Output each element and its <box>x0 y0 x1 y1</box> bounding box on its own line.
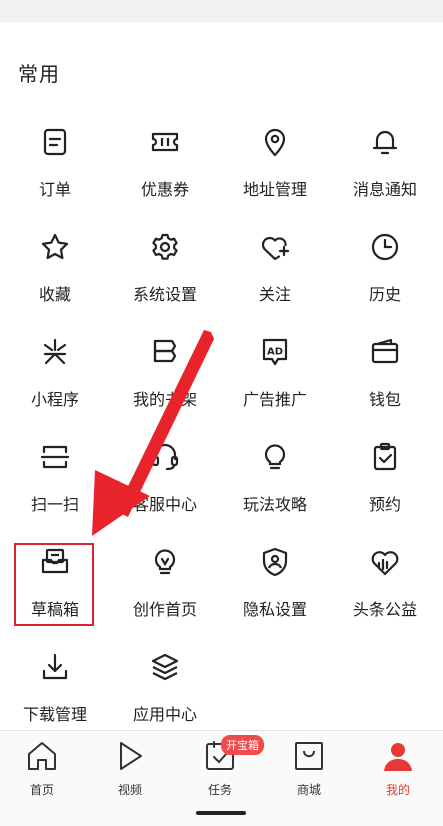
grid-item-bookshelf[interactable]: 我的书架 <box>110 318 220 422</box>
grid-item-favorites[interactable]: 收藏 <box>0 213 110 317</box>
grid-item-label: 地址管理 <box>242 180 307 199</box>
charity-heart-icon <box>365 542 405 582</box>
grid-item-label: 小程序 <box>30 390 79 409</box>
tab-label: 商城 <box>296 783 321 797</box>
grid-item-label: 应用中心 <box>132 705 197 724</box>
clipboard-check-icon <box>365 437 405 477</box>
grid-item-privacy[interactable]: 隐私设置 <box>220 528 330 632</box>
creator-bulb-icon <box>145 542 185 582</box>
ad-icon: AD <box>255 332 295 372</box>
grid-item-scan[interactable]: 扫一扫 <box>0 423 110 527</box>
headset-icon <box>145 437 185 477</box>
grid-item-charity[interactable]: 头条公益 <box>330 528 440 632</box>
tab-label: 我的 <box>385 783 410 797</box>
grid-item-guide[interactable]: 玩法攻略 <box>220 423 330 527</box>
grid-item-label: 订单 <box>38 180 71 199</box>
lightbulb-icon <box>255 437 295 477</box>
grid-item-creator-home[interactable]: 创作首页 <box>110 528 220 632</box>
section-title: 常用 <box>18 62 60 86</box>
order-icon <box>35 122 75 162</box>
bell-icon <box>365 122 405 162</box>
task-badge: 开宝箱 <box>221 735 264 755</box>
grid-item-label: 优惠券 <box>140 180 189 199</box>
grid-item-notifications[interactable]: 消息通知 <box>330 108 440 212</box>
grid-item-label: 扫一扫 <box>30 495 79 514</box>
grid-item-label: 创作首页 <box>132 600 197 619</box>
grid-item-label: 收藏 <box>38 285 71 304</box>
scan-icon <box>35 437 75 477</box>
grid-item-downloads[interactable]: 下载管理 <box>0 633 110 737</box>
grid-item-label: 隐私设置 <box>242 600 307 619</box>
grid-item-label: 消息通知 <box>352 180 417 199</box>
shopping-bag-icon <box>292 739 326 777</box>
grid-item-coupon[interactable]: 优惠券 <box>110 108 220 212</box>
grid-item-label: 头条公益 <box>352 600 417 619</box>
tab-profile[interactable]: 我的 <box>354 739 442 803</box>
grid-item-label: 下载管理 <box>22 705 87 724</box>
tab-label: 首页 <box>29 783 54 797</box>
tab-home[interactable]: 首页 <box>0 739 86 803</box>
star-icon <box>35 227 75 267</box>
tab-tasks[interactable]: 开宝箱 任务 <box>176 735 264 803</box>
layers-icon <box>145 647 185 687</box>
grid-item-reservation[interactable]: 预约 <box>330 423 440 527</box>
grid-item-history[interactable]: 历史 <box>330 213 440 317</box>
grid-item-label: 我的书架 <box>132 390 197 409</box>
grid-item-label: 预约 <box>368 495 401 514</box>
coupon-icon <box>145 122 185 162</box>
grid-item-label: 广告推广 <box>242 390 307 409</box>
svg-text:AD: AD <box>267 347 283 358</box>
grid-item-order[interactable]: 订单 <box>0 108 110 212</box>
tab-mall[interactable]: 商城 <box>265 739 353 803</box>
tab-label: 任务 <box>207 783 232 797</box>
home-icon <box>25 739 59 777</box>
play-icon <box>113 739 147 777</box>
grid-item-label: 钱包 <box>368 390 401 409</box>
bookshelf-icon <box>145 332 185 372</box>
heart-plus-icon <box>255 227 295 267</box>
profile-icon <box>381 739 415 777</box>
grid-item-mini-program[interactable]: 小程序 <box>0 318 110 422</box>
download-icon <box>35 647 75 687</box>
grid-item-settings[interactable]: 系统设置 <box>110 213 220 317</box>
grid-item-follow[interactable]: 关注 <box>220 213 330 317</box>
grid-item-address[interactable]: 地址管理 <box>220 108 330 212</box>
top-strip <box>0 0 443 22</box>
clock-icon <box>365 227 405 267</box>
home-indicator <box>196 811 246 815</box>
gear-icon <box>145 227 185 267</box>
tab-video[interactable]: 视频 <box>86 739 174 803</box>
grid-item-wallet[interactable]: 钱包 <box>330 318 440 422</box>
grid-item-label: 关注 <box>258 285 291 304</box>
wallet-icon <box>365 332 405 372</box>
grid-item-label: 系统设置 <box>132 285 197 304</box>
grid-item-label: 客服中心 <box>132 495 197 514</box>
tab-label: 视频 <box>117 783 142 797</box>
bottom-tab-bar: 首页 视频 开宝箱 任务 商城 我的 <box>0 730 443 826</box>
privacy-shield-icon <box>255 542 295 582</box>
grid-item-app-center[interactable]: 应用中心 <box>110 633 220 737</box>
mini-program-icon <box>35 332 75 372</box>
location-pin-icon <box>255 122 295 162</box>
highlight-box <box>14 543 94 626</box>
grid-item-ads[interactable]: AD 广告推广 <box>220 318 330 422</box>
grid-item-label: 玩法攻略 <box>242 495 307 514</box>
grid-item-label: 历史 <box>368 285 401 304</box>
grid-item-customer-service[interactable]: 客服中心 <box>110 423 220 527</box>
